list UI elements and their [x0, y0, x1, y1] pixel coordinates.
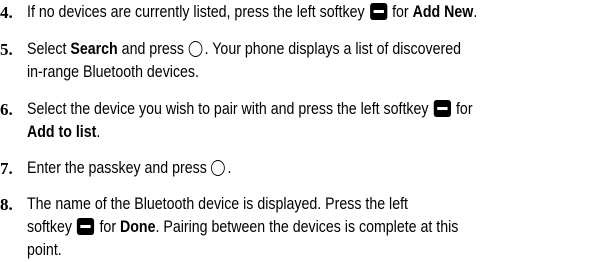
step-line: Select Search and press . Your phone disp…: [27, 38, 513, 61]
text-run: for: [99, 218, 117, 236]
step-line: Add to list.: [27, 121, 513, 144]
text-run: . Pairing between the devices is complet…: [155, 218, 459, 236]
text-run: softkey: [27, 218, 72, 236]
text-run: .: [227, 159, 232, 177]
text-run: for: [392, 3, 409, 21]
step-number: 5.: [0, 40, 13, 59]
left-softkey-icon: [433, 100, 451, 117]
step-line: in-range Bluetooth devices.: [27, 61, 513, 84]
step-text: Enter the passkey and press.: [27, 157, 513, 180]
step-number: 6.: [0, 100, 13, 119]
step-number: 7.: [0, 159, 13, 178]
text-run: .: [473, 3, 478, 21]
left-softkey-icon: [369, 3, 387, 20]
step-line: point.: [27, 239, 513, 262]
text-run: point.: [27, 241, 62, 259]
text-run: The name of the Bluetooth device is disp…: [27, 195, 408, 213]
ok-key-icon: [188, 41, 203, 57]
bold-term: Add to list: [27, 123, 97, 141]
text-run: Enter the passkey and press: [27, 159, 207, 177]
text-run: in-range Bluetooth devices.: [27, 63, 199, 81]
step-text: Select Search and press . Your phone disp…: [27, 38, 513, 84]
step-text: Select the device you wish to pair with …: [27, 98, 513, 144]
bold-term: Add New: [412, 3, 474, 21]
text-run: .: [96, 123, 101, 141]
step-number: 8.: [0, 195, 13, 214]
bold-term: Search: [70, 40, 118, 58]
text-run: for: [455, 100, 473, 118]
step-line: Select the device you wish to pair with …: [27, 98, 513, 121]
step-line: The name of the Bluetooth device is disp…: [27, 193, 513, 216]
left-softkey-icon: [77, 218, 95, 235]
text-run: If no devices are currently listed, pres…: [27, 3, 365, 21]
step-line: If no devices are currently listed, pres…: [27, 1, 513, 24]
instruction-list: 4. If no devices are currently listed, p…: [0, 0, 599, 260]
text-run: and press: [121, 40, 185, 58]
text-run: Select the device you wish to pair with …: [27, 100, 429, 118]
step-text: If no devices are currently listed, pres…: [27, 1, 513, 24]
step-text: The name of the Bluetooth device is disp…: [27, 193, 513, 262]
text-run: . Your phone displays a list of discover…: [204, 40, 462, 58]
step-line: Enter the passkey and press.: [27, 157, 513, 180]
text-run: Select: [27, 40, 67, 58]
ok-key-icon: [211, 160, 225, 176]
step-line: softkey for Done. Pairing between the dev…: [27, 216, 513, 239]
bold-term: Done: [120, 218, 156, 236]
step-number: 4.: [0, 3, 13, 22]
